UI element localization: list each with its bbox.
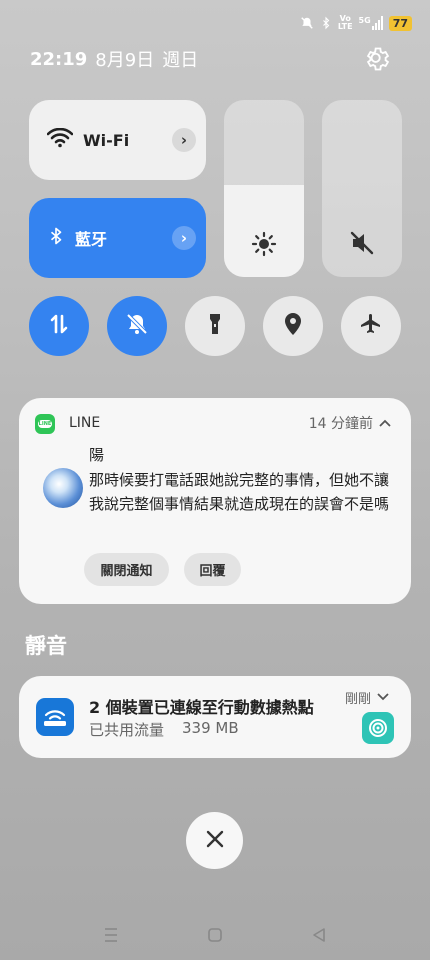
close-notification-button[interactable]: 關閉通知 <box>84 553 169 586</box>
battery-indicator: 77 <box>388 15 412 31</box>
weekday-label: 週日 <box>162 50 199 71</box>
do-not-disturb-toggle[interactable] <box>107 296 167 356</box>
mobile-data-toggle[interactable] <box>29 296 89 356</box>
5g-signal-icon: 5G <box>359 16 383 30</box>
volume-slider[interactable] <box>322 100 402 277</box>
wifi-chevron-right-icon[interactable]: › <box>172 128 196 152</box>
flashlight-icon <box>204 312 226 340</box>
do-not-disturb-icon <box>125 312 149 340</box>
brightness-icon <box>224 231 304 257</box>
hotspot-notification-card[interactable]: 2 個裝置已連線至行動數據熱點 已共用流量 339 MB 剛剛 <box>19 676 411 758</box>
airplane-mode-toggle[interactable] <box>341 296 401 356</box>
bluetooth-label: 藍牙 <box>75 230 108 249</box>
home-icon[interactable] <box>203 923 227 947</box>
airplane-mode-icon <box>359 312 383 340</box>
sender-name: 陽 <box>89 446 105 464</box>
bluetooth-tile-icon <box>47 224 65 252</box>
bluetooth-tile[interactable]: 藍牙 › <box>29 198 206 278</box>
notification-app-name: LINE <box>69 415 101 431</box>
wifi-label: Wi-Fi <box>83 130 130 150</box>
datetime-header: 22:19 8月9日 週日 <box>30 46 198 72</box>
reply-button[interactable]: 回覆 <box>184 553 241 586</box>
bluetooth-icon <box>320 16 332 30</box>
hotspot-app-icon <box>36 698 74 736</box>
menu-icon[interactable] <box>99 923 123 947</box>
back-icon[interactable] <box>307 923 331 947</box>
mute-notification-icon <box>300 16 314 30</box>
date-label: 8月9日 <box>95 50 155 71</box>
hotspot-badge-icon <box>362 712 394 744</box>
wifi-icon <box>46 127 74 152</box>
flashlight-toggle[interactable] <box>185 296 245 356</box>
hotspot-usage: 已共用流量 339 MB <box>89 719 239 740</box>
line-notification-card[interactable]: LINE LINE 14 分鐘前 陽 那時候要打電話跟她說完整的事情，但她不讓我… <box>19 398 411 604</box>
location-toggle[interactable] <box>263 296 323 356</box>
close-icon <box>206 830 224 852</box>
sender-avatar <box>43 468 83 508</box>
clear-all-button[interactable] <box>186 812 243 869</box>
usage-label: 已共用流量 <box>89 721 165 739</box>
hotspot-time[interactable]: 剛剛 <box>345 688 389 707</box>
notification-time[interactable]: 14 分鐘前 <box>309 413 391 433</box>
volte-icon: Vo LTE <box>337 14 353 31</box>
chevron-up-icon <box>379 415 391 431</box>
mobile-data-icon <box>47 312 71 340</box>
clock-time: 22:19 <box>30 48 88 70</box>
notification-message: 那時候要打電話跟她說完整的事情，但她不讓我說完整個事情結果就造成現在的誤會不是嗎 <box>89 471 390 513</box>
hotspot-title: 2 個裝置已連線至行動數據熱點 <box>89 698 314 717</box>
navigation-bar <box>0 915 430 955</box>
usage-value: 339 MB <box>182 719 239 737</box>
bluetooth-chevron-right-icon[interactable]: › <box>172 226 196 250</box>
volume-muted-icon <box>322 229 402 257</box>
wifi-tile[interactable]: Wi-Fi › <box>29 100 206 180</box>
chevron-down-icon <box>377 690 389 705</box>
settings-gear-icon[interactable] <box>364 45 392 73</box>
line-app-icon: LINE <box>35 414 55 434</box>
location-icon <box>282 312 304 340</box>
status-bar: Vo LTE 5G 77 <box>300 12 412 34</box>
brightness-slider[interactable] <box>224 100 304 277</box>
silent-section-title: 靜音 <box>25 634 67 658</box>
